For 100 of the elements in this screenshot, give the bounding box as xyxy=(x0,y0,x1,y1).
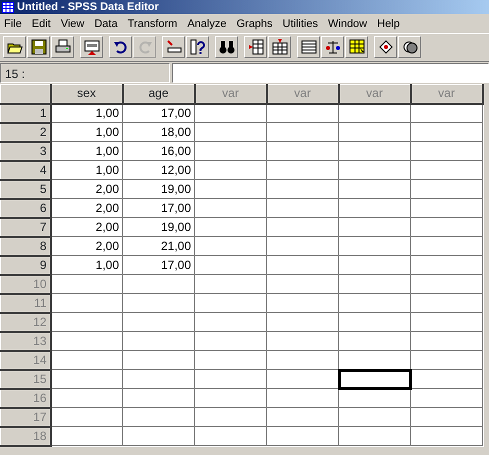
table-cell[interactable] xyxy=(194,426,266,446)
table-cell[interactable] xyxy=(338,312,410,332)
table-cell[interactable] xyxy=(266,142,338,160)
table-cell[interactable] xyxy=(338,198,410,218)
table-cell[interactable] xyxy=(338,332,410,350)
table-cell[interactable] xyxy=(266,426,338,446)
table-cell[interactable] xyxy=(50,294,122,312)
menu-item[interactable]: Transform xyxy=(124,14,184,33)
cell-editor-field[interactable] xyxy=(172,63,489,83)
dialog-button[interactable] xyxy=(80,36,103,58)
scales-button[interactable] xyxy=(321,36,344,58)
table-cell[interactable] xyxy=(194,142,266,160)
table-cell[interactable] xyxy=(410,370,482,388)
table-cell[interactable]: 16,00 xyxy=(122,142,194,160)
table-cell[interactable] xyxy=(266,160,338,180)
table-cell[interactable] xyxy=(266,312,338,332)
table-cell[interactable]: 2,00 xyxy=(50,198,122,218)
table-cell[interactable] xyxy=(122,426,194,446)
table-cell[interactable] xyxy=(338,236,410,256)
table-cell[interactable] xyxy=(266,408,338,426)
table-cell[interactable] xyxy=(122,274,194,294)
table-cell[interactable] xyxy=(410,294,482,312)
table-cell[interactable] xyxy=(194,160,266,180)
folder-button[interactable] xyxy=(3,36,26,58)
table-cell[interactable] xyxy=(50,370,122,388)
table-button[interactable] xyxy=(297,36,320,58)
table-cell[interactable] xyxy=(338,388,410,408)
table-cell[interactable] xyxy=(266,198,338,218)
table-cell[interactable] xyxy=(194,274,266,294)
table-cell[interactable] xyxy=(122,312,194,332)
table-cell[interactable] xyxy=(50,408,122,426)
table-cell[interactable]: 2,00 xyxy=(50,218,122,236)
corner-cell[interactable] xyxy=(0,84,50,104)
menu-item[interactable]: Utilities xyxy=(278,14,324,33)
table-cell[interactable]: 19,00 xyxy=(122,218,194,236)
table-cell[interactable]: 17,00 xyxy=(122,198,194,218)
table-cell[interactable]: 19,00 xyxy=(122,180,194,198)
table-cell[interactable] xyxy=(50,388,122,408)
menu-item[interactable]: Graphs xyxy=(232,14,279,33)
table-cell[interactable] xyxy=(194,388,266,408)
table-cell[interactable]: 1,00 xyxy=(50,104,122,122)
table-cell[interactable] xyxy=(122,388,194,408)
table-cell[interactable] xyxy=(194,218,266,236)
table-cell[interactable] xyxy=(266,332,338,350)
table-cell[interactable]: 2,00 xyxy=(50,236,122,256)
table-cell[interactable] xyxy=(194,256,266,274)
menu-item[interactable]: Help xyxy=(373,14,406,33)
table-cell[interactable] xyxy=(194,294,266,312)
column-header[interactable]: sex xyxy=(50,84,122,104)
table-cell[interactable] xyxy=(122,408,194,426)
table-cell[interactable] xyxy=(194,236,266,256)
menu-item[interactable]: Edit xyxy=(28,14,57,33)
table-cell[interactable] xyxy=(266,218,338,236)
table-cell[interactable] xyxy=(338,122,410,142)
table-cell[interactable] xyxy=(266,122,338,142)
table-cell[interactable] xyxy=(410,236,482,256)
tag-button[interactable] xyxy=(374,36,397,58)
table-cell[interactable]: 1,00 xyxy=(50,160,122,180)
table-cell[interactable] xyxy=(338,104,410,122)
table-cell[interactable] xyxy=(194,198,266,218)
menu-item[interactable]: File xyxy=(0,14,28,33)
table-cell[interactable] xyxy=(266,236,338,256)
menu-item[interactable]: Data xyxy=(90,14,124,33)
table-cell[interactable]: 18,00 xyxy=(122,122,194,142)
row-arrow-button[interactable] xyxy=(162,36,185,58)
select-rows-button[interactable] xyxy=(345,36,368,58)
table-cell[interactable] xyxy=(194,104,266,122)
table-cell[interactable] xyxy=(122,370,194,388)
table-cell[interactable] xyxy=(194,370,266,388)
table-cell[interactable]: 1,00 xyxy=(50,256,122,274)
variable-help-button[interactable] xyxy=(186,36,209,58)
table-cell[interactable] xyxy=(194,180,266,198)
table-cell[interactable]: 2,00 xyxy=(50,180,122,198)
table-cell[interactable] xyxy=(338,426,410,446)
table-cell[interactable]: 12,00 xyxy=(122,160,194,180)
table-cell[interactable] xyxy=(410,198,482,218)
table-cell[interactable] xyxy=(266,388,338,408)
table-cell[interactable] xyxy=(338,294,410,312)
table-cell[interactable] xyxy=(410,388,482,408)
table-cell[interactable]: 17,00 xyxy=(122,104,194,122)
table-cell[interactable] xyxy=(266,274,338,294)
table-cell[interactable] xyxy=(410,142,482,160)
table-cell[interactable] xyxy=(50,312,122,332)
table-cell[interactable] xyxy=(410,350,482,370)
binoculars-button[interactable] xyxy=(215,36,238,58)
table-cell[interactable] xyxy=(122,294,194,312)
table-cell[interactable] xyxy=(50,426,122,446)
floppy-disk-button[interactable] xyxy=(27,36,50,58)
table-cell[interactable] xyxy=(266,294,338,312)
table-cell[interactable] xyxy=(410,332,482,350)
table-cell[interactable] xyxy=(266,180,338,198)
table-cell[interactable] xyxy=(410,274,482,294)
table-cell[interactable] xyxy=(410,160,482,180)
table-cell[interactable] xyxy=(194,312,266,332)
table-cell[interactable] xyxy=(338,408,410,426)
menu-item[interactable]: View xyxy=(56,14,90,33)
table-cell[interactable] xyxy=(410,104,482,122)
table-cell[interactable] xyxy=(50,274,122,294)
table-cell[interactable] xyxy=(266,350,338,370)
table-cell[interactable] xyxy=(338,274,410,294)
